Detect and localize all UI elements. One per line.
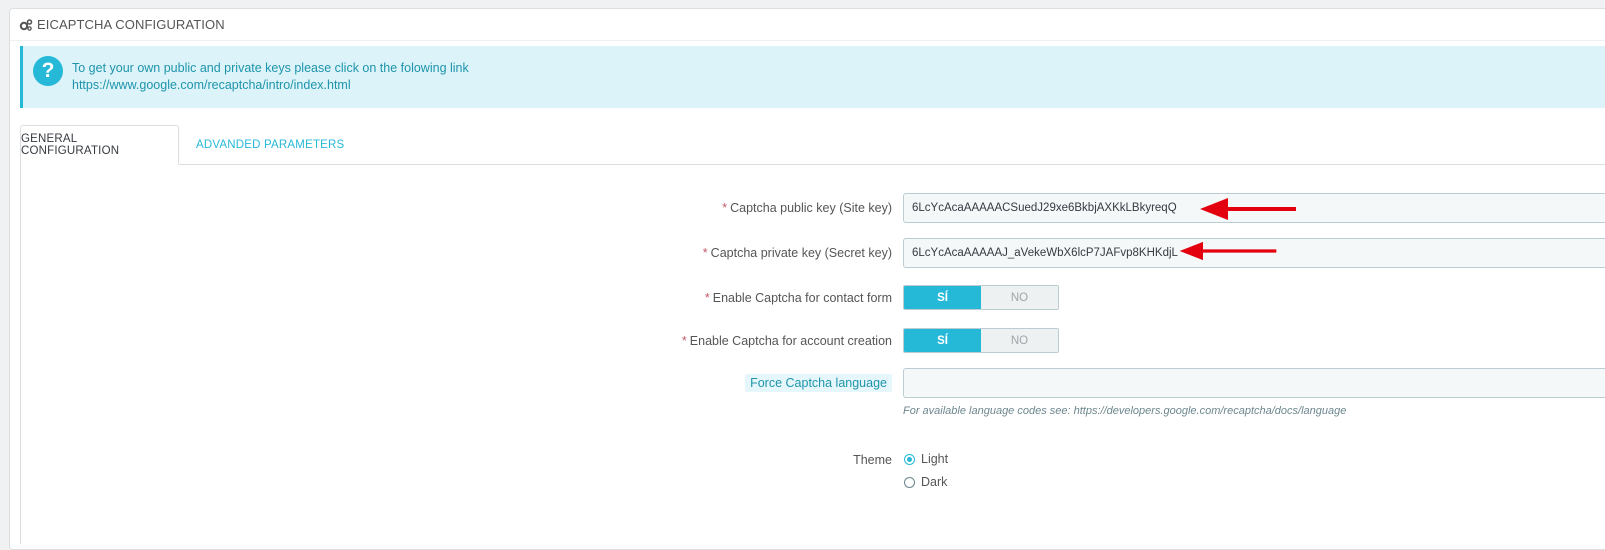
tab-content: * Captcha public key (Site key) 6LcYcAcaA… — [20, 164, 1605, 544]
theme-light-radio[interactable]: Light — [904, 452, 948, 466]
theme-dark-radio[interactable]: Dark — [904, 475, 947, 489]
panel-title: EICAPTCHA CONFIGURATION — [37, 17, 225, 32]
required-mark: * — [702, 246, 708, 260]
tab-advanced-parameters[interactable]: ADVANDED PARAMETERS — [196, 125, 344, 164]
private-key-label: * Captcha private key (Secret key) — [702, 246, 892, 260]
language-help-text: For available language codes see: https:… — [903, 405, 1347, 417]
required-mark: * — [681, 334, 687, 348]
required-mark: * — [722, 201, 728, 215]
contact-form-no-option[interactable]: NO — [981, 286, 1058, 309]
recaptcha-link[interactable]: https://www.google.com/recaptcha/intro/i… — [72, 78, 351, 92]
contact-form-toggle[interactable]: SÍ NO — [903, 285, 1059, 310]
red-arrow-icon — [1179, 241, 1277, 261]
contact-form-label: * Enable Captcha for contact form — [704, 291, 892, 305]
tab-general-configuration[interactable]: GENERAL CONFIGURATION — [20, 125, 179, 165]
contact-form-yes-option[interactable]: SÍ — [904, 286, 981, 309]
account-creation-toggle[interactable]: SÍ NO — [903, 328, 1059, 353]
public-key-label: * Captcha public key (Site key) — [722, 201, 892, 215]
panel-heading: EICAPTCHA CONFIGURATION — [10, 9, 1605, 41]
gears-icon — [19, 18, 33, 32]
force-language-label: Force Captcha language — [745, 374, 892, 392]
radio-unchecked-icon[interactable] — [904, 476, 915, 488]
theme-label: Theme — [853, 453, 892, 467]
radio-checked-icon[interactable] — [904, 453, 915, 465]
required-mark: * — [704, 291, 710, 305]
info-alert: ? To get your own public and private key… — [20, 46, 1605, 108]
account-creation-label: * Enable Captcha for account creation — [681, 334, 892, 348]
alert-text: To get your own public and private keys … — [72, 61, 469, 75]
account-creation-no-option[interactable]: NO — [981, 329, 1058, 352]
account-creation-yes-option[interactable]: SÍ — [904, 329, 981, 352]
red-arrow-icon — [1200, 198, 1296, 220]
force-language-input[interactable] — [903, 368, 1605, 398]
question-circle-icon: ? — [33, 56, 63, 86]
tabs-bar: GENERAL CONFIGURATION ADVANDED PARAMETER… — [20, 125, 1605, 165]
